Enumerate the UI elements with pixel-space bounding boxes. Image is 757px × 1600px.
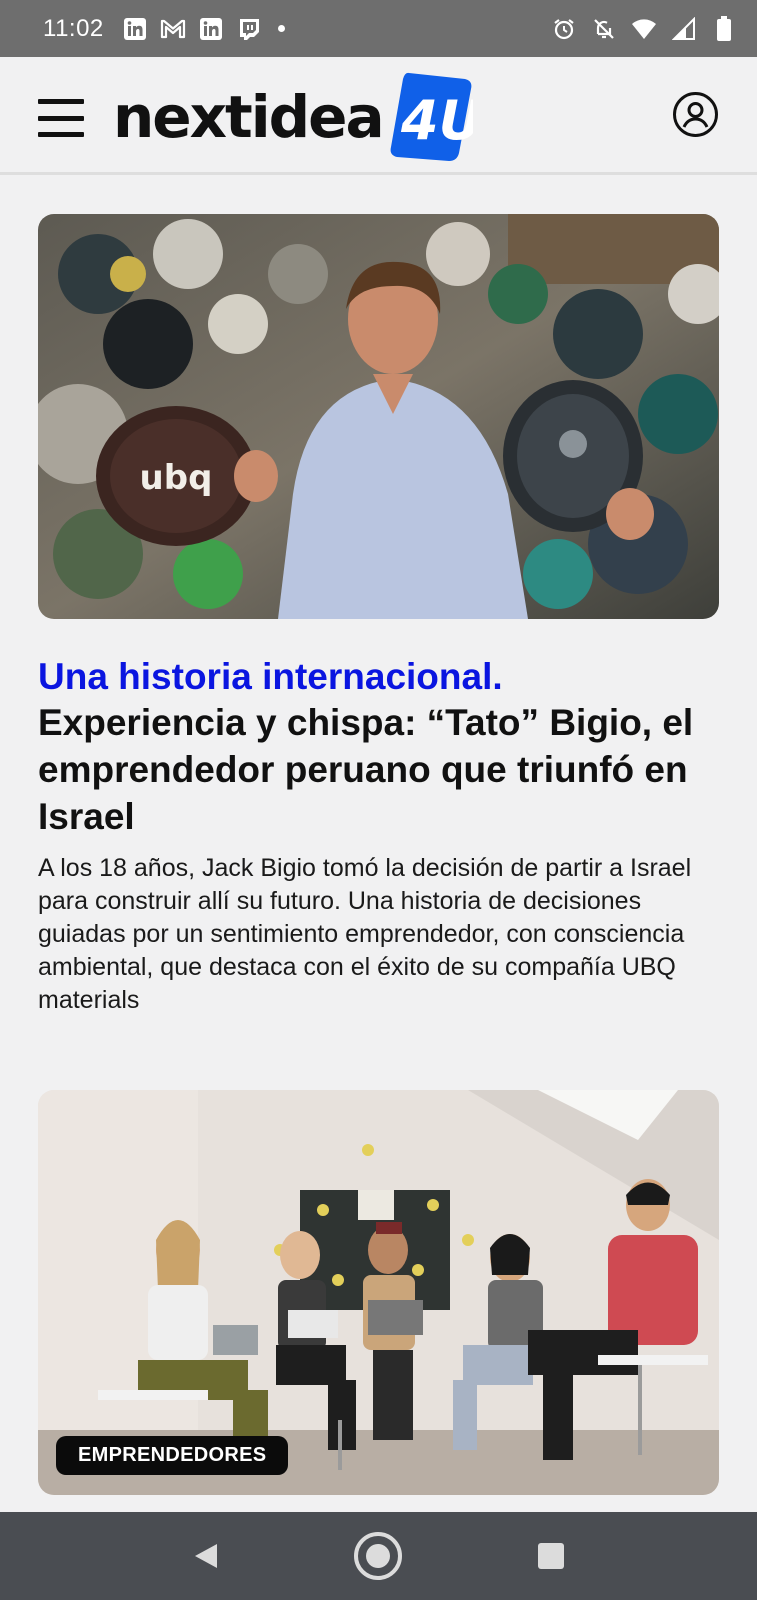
article-card[interactable]: ubq Una historia internacional. Experien… <box>38 214 719 1017</box>
frisbee-logo-text: ubq <box>140 458 213 498</box>
bell-off-icon <box>591 16 617 42</box>
notification-icons <box>122 16 285 42</box>
linkedin-icon <box>198 16 224 42</box>
back-icon[interactable] <box>176 1526 236 1586</box>
recents-icon[interactable] <box>521 1526 581 1586</box>
gmail-icon <box>160 16 186 42</box>
battery-icon <box>711 15 737 42</box>
status-bar: 11:02 <box>0 0 757 57</box>
system-nav-bar <box>0 1512 757 1600</box>
category-badge[interactable]: EMPRENDEDORES <box>56 1436 289 1475</box>
article-headline[interactable]: Experiencia y chispa: “Tato” Bigio, el e… <box>38 699 719 840</box>
linkedin-icon <box>122 16 148 42</box>
home-icon[interactable] <box>348 1526 408 1586</box>
article-kicker[interactable]: Una historia internacional. <box>38 655 719 699</box>
site-logo[interactable]: nextidea 4U <box>113 67 473 167</box>
alarm-icon <box>551 16 577 42</box>
wifi-icon <box>631 16 657 42</box>
app-header: nextidea 4U <box>0 57 757 175</box>
notification-dot <box>277 25 285 32</box>
status-time: 11:02 <box>43 14 104 42</box>
article-image[interactable]: EMPRENDEDORES <box>38 1090 719 1495</box>
article-card[interactable]: EMPRENDEDORES <box>38 1090 719 1495</box>
logo-4u-mark: 4U <box>390 72 473 161</box>
article-image[interactable]: ubq <box>38 214 719 619</box>
cellular-signal-icon <box>671 16 697 42</box>
article-summary: A los 18 años, Jack Bigio tomó la decisi… <box>38 854 692 1014</box>
logo-mark-text: 4U <box>400 89 473 152</box>
logo-text: nextidea <box>113 83 385 151</box>
hamburger-menu-icon[interactable] <box>38 99 84 137</box>
system-icons <box>551 15 737 42</box>
twitch-icon <box>236 16 262 42</box>
account-icon[interactable] <box>672 91 719 138</box>
